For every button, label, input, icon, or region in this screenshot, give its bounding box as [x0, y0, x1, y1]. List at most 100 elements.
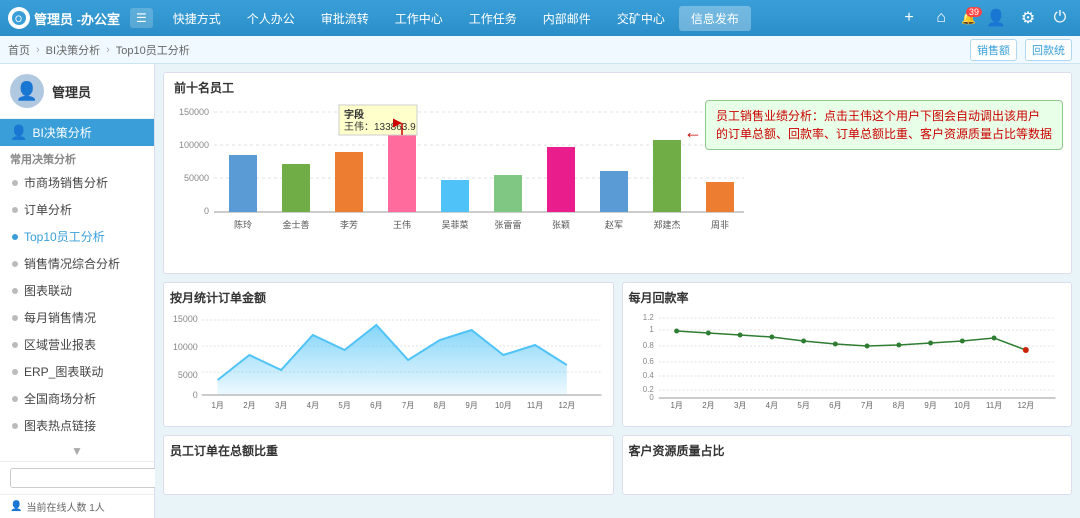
breadcrumb-bi[interactable]: BI决策分析: [46, 42, 100, 58]
sidebar-item-4[interactable]: 图表联动: [0, 277, 154, 304]
sidebar-item-7[interactable]: ERP_图表联动: [0, 358, 154, 385]
svg-text:字段: 字段: [344, 108, 364, 121]
svg-text:0.8: 0.8: [642, 341, 654, 350]
sidebar-item-2[interactable]: Top10员工分析: [0, 223, 154, 250]
bar-wangwei[interactable]: [388, 123, 416, 212]
user-icon[interactable]: 👤: [984, 6, 1008, 30]
svg-text:1月: 1月: [211, 401, 223, 410]
bar-wufeicai[interactable]: [441, 180, 469, 212]
bar-chart-area: ← 员工销售业绩分析：点击王伟这个用户下图会自动调出该用户的订单总额、回款率、订…: [164, 96, 1071, 273]
pie-chart-1: 员工订单在总额比重: [163, 435, 614, 495]
sidebar-username: 管理员: [52, 82, 91, 101]
svg-text:3月: 3月: [733, 401, 745, 410]
svg-text:12月: 12月: [558, 401, 575, 410]
sidebar-item-8[interactable]: 全国商场分析: [0, 385, 154, 412]
bar-zhangleilei[interactable]: [494, 175, 522, 212]
svg-text:5月: 5月: [338, 401, 350, 410]
svg-text:7月: 7月: [860, 401, 872, 410]
sidebar-item-3[interactable]: 销售情况综合分析: [0, 250, 154, 277]
breadcrumb-home[interactable]: 首页: [8, 42, 30, 58]
svg-text:王伟: 王伟: [393, 219, 411, 230]
sidebar-item-9[interactable]: 图表热点链接: [0, 412, 154, 439]
sidebar-bottom: 🔍: [0, 461, 154, 494]
charts-bottom: 按月统计订单金额 15000 10000 5000 0: [163, 282, 1072, 427]
svg-text:150000: 150000: [179, 107, 209, 117]
svg-text:李芳: 李芳: [340, 219, 358, 230]
pie-chart-row: 员工订单在总额比重 客户资源质量占比: [163, 435, 1072, 495]
svg-text:8月: 8月: [892, 401, 904, 410]
sidebar-item-6[interactable]: 区域营业报表: [0, 331, 154, 358]
power-icon[interactable]: ⏻: [1048, 6, 1072, 30]
pie-chart-2-title: 客户资源质量占比: [629, 442, 1066, 459]
breadcrumb-top10: Top10员工分析: [116, 42, 190, 58]
sidebar-item-1[interactable]: 订单分析: [0, 196, 154, 223]
svg-text:0: 0: [193, 390, 198, 400]
bar-zhaojun[interactable]: [600, 171, 628, 212]
sidebar: 👤 管理员 👤 BI决策分析 常用决策分析 市商场销售分析 订单分析 Top10…: [0, 64, 155, 518]
annotation-arrow: ←: [684, 119, 702, 146]
svg-text:11月: 11月: [985, 401, 1001, 410]
svg-text:7月: 7月: [402, 401, 414, 410]
svg-text:郑建杰: 郑建杰: [653, 219, 680, 230]
sidebar-section-header: 👤 BI决策分析: [0, 119, 154, 146]
logo-icon: O: [8, 7, 30, 29]
main-layout: 👤 管理员 👤 BI决策分析 常用决策分析 市商场销售分析 订单分析 Top10…: [0, 64, 1080, 518]
area-chart-container: 15000 10000 5000 0: [170, 310, 607, 420]
svg-text:周非: 周非: [711, 219, 729, 230]
pie-chart-1-title: 员工订单在总额比重: [170, 442, 607, 459]
annotation-box: ← 员工销售业绩分析：点击王伟这个用户下图会自动调出该用户的订单总额、回款率、订…: [705, 100, 1063, 150]
svg-text:9月: 9月: [924, 401, 936, 410]
svg-text:2月: 2月: [702, 401, 714, 410]
content: 前十名员工 ← 员工销售业绩分析：点击王伟这个用户下图会自动调出该用户的订单总额…: [155, 64, 1080, 518]
sidebar-section-title: BI决策分析: [32, 124, 91, 141]
home-btn[interactable]: ⌂: [929, 6, 953, 30]
bar-zhangying[interactable]: [547, 147, 575, 212]
svg-text:O: O: [15, 14, 22, 24]
nav-worktask[interactable]: 工作任务: [457, 6, 529, 31]
svg-text:金士善: 金士善: [282, 219, 309, 230]
bar-chart-title: 前十名员工: [164, 73, 1071, 96]
svg-text:10月: 10月: [495, 401, 512, 410]
settings-icon[interactable]: ⚙: [1016, 6, 1040, 30]
topbar-menu-icon[interactable]: ☰: [130, 8, 153, 28]
return-btn[interactable]: 回款统: [1025, 39, 1072, 61]
bar-zhengjj[interactable]: [653, 140, 681, 212]
sidebar-search-input[interactable]: [10, 468, 166, 488]
line-chart-container: 1.2 1 0.8 0.6 0.4 0.2 0: [629, 310, 1066, 420]
svg-text:6月: 6月: [829, 401, 841, 410]
svg-text:11月: 11月: [527, 401, 543, 410]
svg-text:1月: 1月: [670, 401, 682, 410]
annotation-text: 员工销售业绩分析：点击王伟这个用户下图会自动调出该用户的订单总额、回款率、订单总…: [716, 109, 1052, 141]
sales-btn[interactable]: 销售额: [970, 39, 1017, 61]
nav-shortcuts[interactable]: 快捷方式: [161, 6, 233, 31]
svg-text:吴菲菜: 吴菲菜: [441, 219, 468, 230]
nav-personal[interactable]: 个人办公: [235, 6, 307, 31]
nav-approval[interactable]: 审批流转: [309, 6, 381, 31]
line-chart-svg: 1.2 1 0.8 0.6 0.4 0.2 0: [629, 310, 1066, 420]
bar-zhoufei[interactable]: [706, 182, 734, 212]
notification-badge[interactable]: 🔔 39: [961, 11, 976, 25]
topbar-logo: O 管理员 -办公室: [8, 7, 120, 29]
nav-info[interactable]: 信息发布: [679, 6, 751, 31]
sidebar-item-5[interactable]: 每月销售情况: [0, 304, 154, 331]
sidebar-group-label: 常用决策分析: [0, 146, 154, 169]
svg-text:张雷雷: 张雷雷: [494, 220, 521, 230]
svg-text:9月: 9月: [465, 401, 477, 410]
svg-text:2月: 2月: [243, 401, 255, 410]
bar-jinshishan[interactable]: [282, 164, 310, 212]
bar-lifang[interactable]: [335, 152, 363, 212]
svg-text:10月: 10月: [953, 401, 970, 410]
sidebar-item-0[interactable]: 市商场销售分析: [0, 169, 154, 196]
add-btn[interactable]: +: [897, 6, 921, 30]
nav-mail[interactable]: 内部邮件: [531, 6, 603, 31]
sidebar-list: 常用决策分析 市商场销售分析 订单分析 Top10员工分析 销售情况综合分析 图…: [0, 146, 154, 441]
topbar-right: + ⌂ 🔔 39 👤 ⚙ ⏻: [897, 6, 1072, 30]
bar-chenling[interactable]: [229, 155, 257, 212]
svg-text:6月: 6月: [370, 401, 382, 410]
online-text: 当前在线人数 1人: [26, 499, 104, 514]
badge-count: 39: [966, 7, 982, 17]
nav-workcenter[interactable]: 工作中心: [383, 6, 455, 31]
sidebar-scroll-down[interactable]: ▼: [0, 441, 154, 461]
nav-exchange[interactable]: 交矿中心: [605, 6, 677, 31]
svg-text:5000: 5000: [178, 370, 198, 380]
